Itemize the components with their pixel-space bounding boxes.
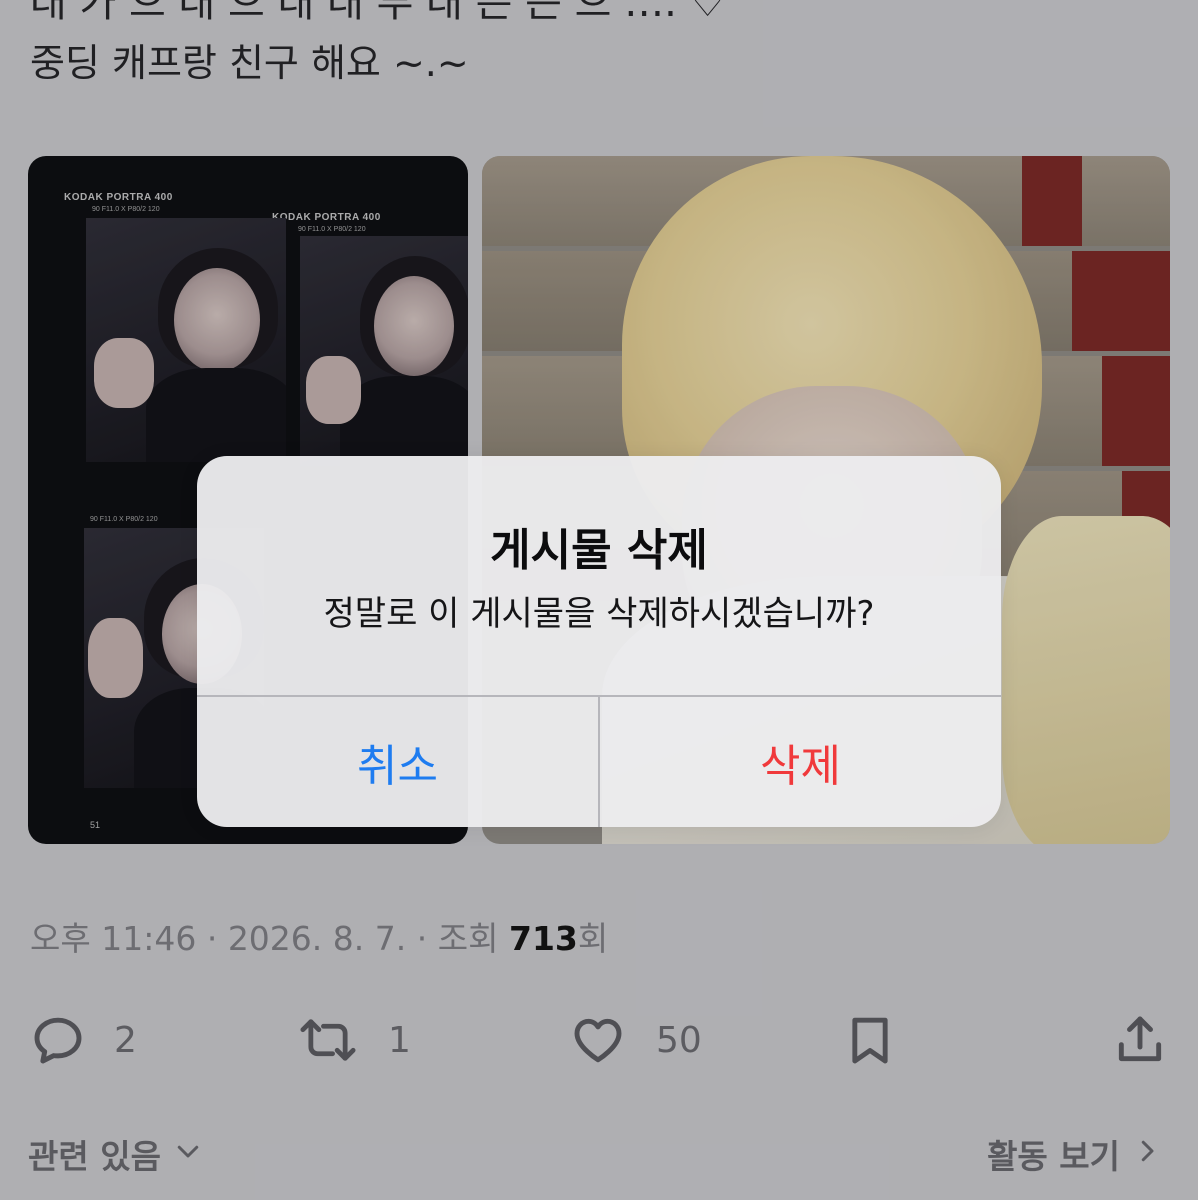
view-activity-link[interactable]: 활동 보기 [987, 1130, 1160, 1178]
cancel-button[interactable]: 취소 [197, 696, 598, 827]
reply-count: 2 [114, 1019, 137, 1061]
tweet-text-cut-line: 대 가 으 대 으 대 대 부 대 은 는 으 …. ♡ [30, 0, 726, 26]
related-label: 관련 있음 [28, 1137, 161, 1176]
bookmark-icon [842, 1012, 898, 1068]
share-button[interactable] [1110, 1005, 1170, 1075]
tweet-text-line: 중딩 캐프랑 친구 해요 ~.~ [30, 41, 469, 85]
tweet-time: 오후 11:46 [30, 919, 197, 958]
film-sub-2: 90 F11.0 X P80/2 120 [298, 226, 366, 233]
meta-separator: · [416, 919, 428, 958]
retweet-button[interactable]: 1 [296, 1005, 411, 1075]
chevron-down-icon [173, 1135, 203, 1174]
dialog-title: 게시물 삭제 [490, 525, 708, 576]
reply-icon [30, 1012, 86, 1068]
film-sub-3: 90 F11.0 X P80/2 120 [90, 516, 158, 523]
activity-label: 활동 보기 [987, 1137, 1120, 1176]
retweet-count: 1 [388, 1019, 411, 1061]
like-count: 50 [656, 1019, 702, 1061]
film-sub-1: 90 F11.0 X P80/2 120 [92, 206, 160, 213]
views-count[interactable]: 713 [509, 919, 578, 958]
reply-button[interactable]: 2 [30, 1005, 137, 1075]
meta-separator: · [206, 919, 218, 958]
film-label-2: KODAK PORTRA 400 [272, 212, 381, 223]
delete-button[interactable]: 삭제 [600, 696, 1001, 827]
film-frame [86, 218, 286, 462]
share-icon [1110, 1012, 1170, 1068]
views-suffix: 회 [577, 919, 609, 958]
dialog-message: 정말로 이 게시물을 삭제하시겠습니까? [323, 594, 875, 634]
chevron-right-icon [1134, 1135, 1160, 1174]
tweet-meta: 오후 11:46 · 2026. 8. 7. · 조회 713회 [30, 912, 608, 960]
bottom-row: 관련 있음 활동 보기 [0, 1130, 1198, 1186]
heart-icon [568, 1012, 628, 1068]
action-bar: 2 1 50 [0, 1005, 1198, 1075]
tweet-date: 2026. 8. 7. [227, 919, 407, 958]
retweet-icon [296, 1012, 360, 1068]
like-button[interactable]: 50 [568, 1005, 702, 1075]
delete-post-dialog: 게시물 삭제 정말로 이 게시물을 삭제하시겠습니까? 취소 삭제 [197, 456, 1001, 827]
film-frame-number: 51 [90, 820, 101, 830]
film-frame [300, 236, 468, 466]
bookmark-button[interactable] [842, 1005, 898, 1075]
related-dropdown[interactable]: 관련 있음 [28, 1130, 203, 1178]
views-label: 조회 [437, 919, 499, 958]
film-label-1: KODAK PORTRA 400 [64, 192, 173, 203]
